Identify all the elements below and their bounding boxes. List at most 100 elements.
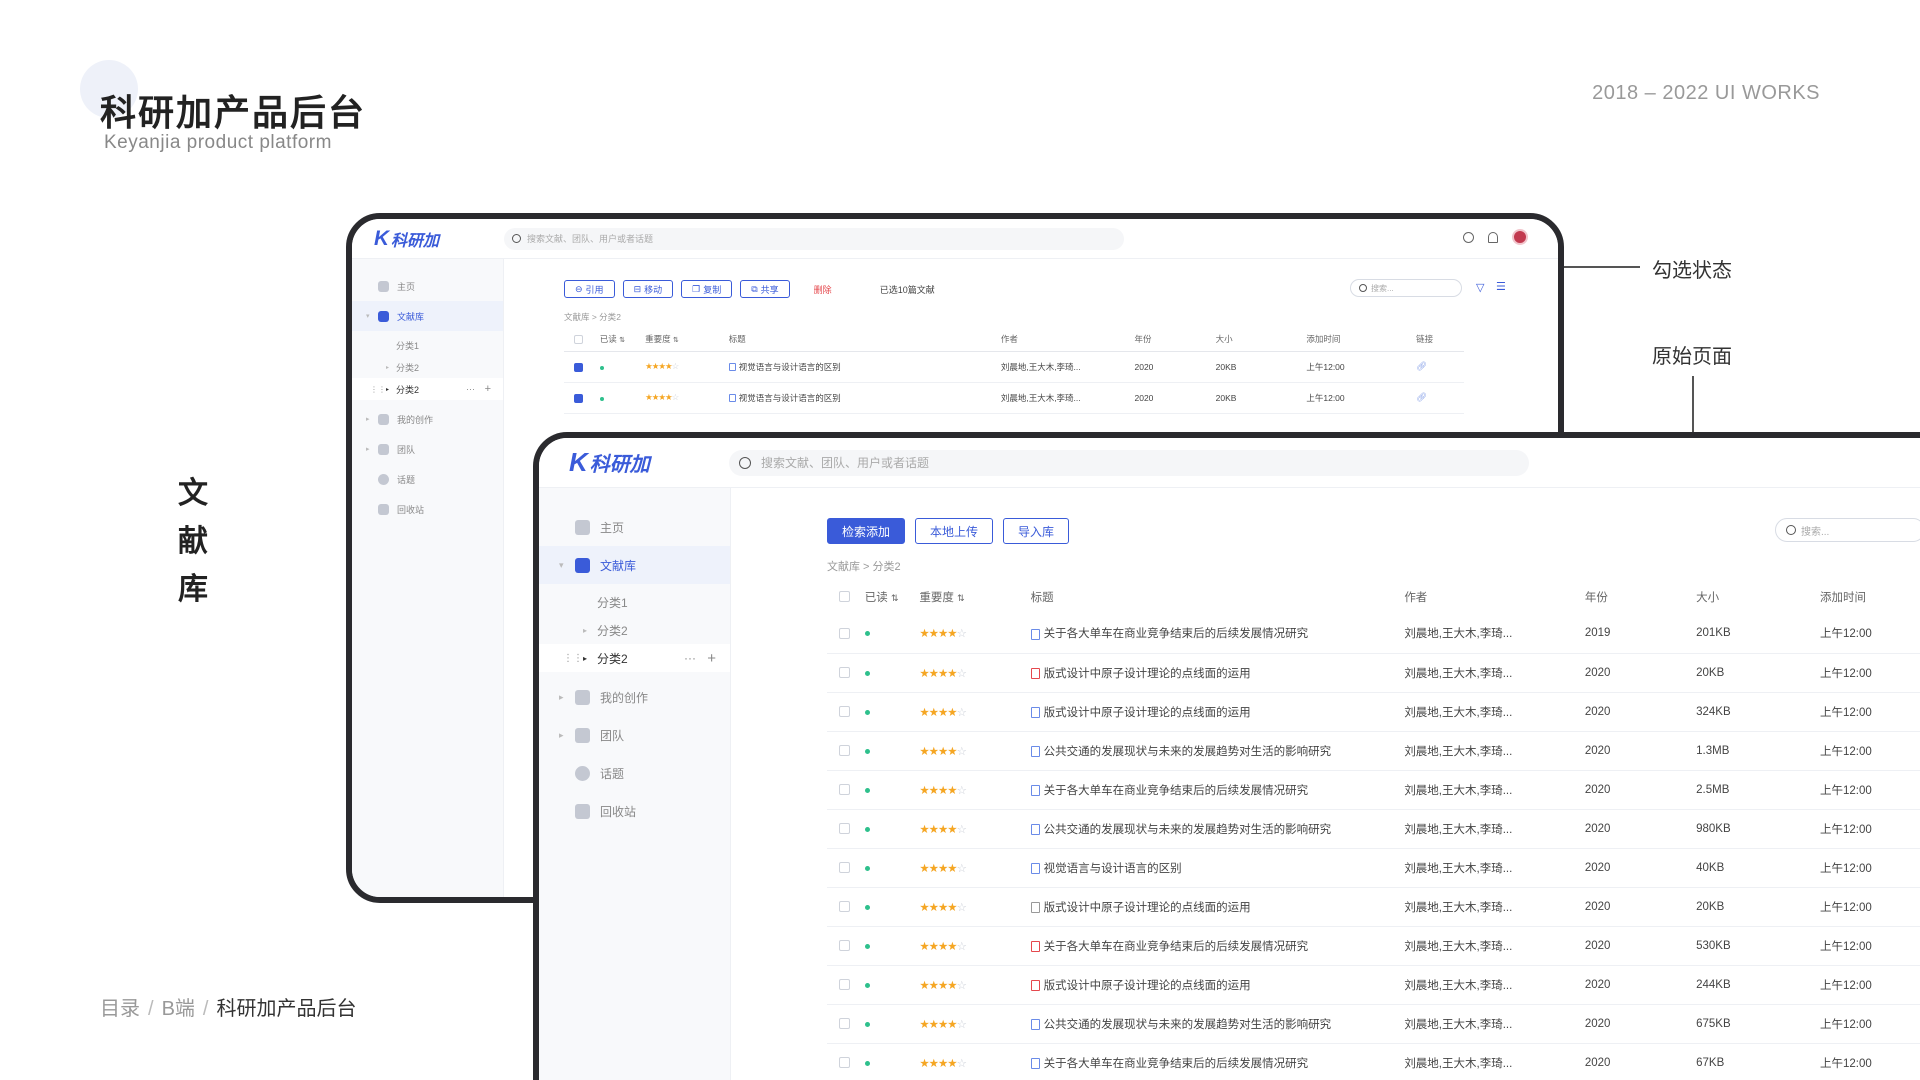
select-all-checkbox[interactable] xyxy=(574,334,583,344)
importance-cell[interactable]: ★★★★☆ xyxy=(919,926,1031,966)
title-cell[interactable]: 版式设计中原子设计理论的点线面的运用 xyxy=(1030,653,1405,693)
row-checkbox[interactable] xyxy=(839,666,850,678)
importance-cell[interactable]: ★★★★☆ xyxy=(919,809,1031,849)
row-checkbox[interactable] xyxy=(574,362,583,372)
title-cell[interactable]: 版式设计中原子设计理论的点线面的运用 xyxy=(1030,887,1405,927)
row-checkbox[interactable] xyxy=(839,978,850,990)
importance-cell[interactable]: ★★★★☆ xyxy=(919,965,1031,1005)
list-icon[interactable]: ☰ xyxy=(1496,280,1506,293)
importance-rating[interactable]: ★★★★☆ xyxy=(919,902,967,914)
importance-rating[interactable]: ★★★★☆ xyxy=(919,1058,967,1070)
row-checkbox[interactable] xyxy=(839,705,850,717)
importance-rating[interactable]: ★★★★☆ xyxy=(645,392,679,402)
row-checkbox[interactable] xyxy=(839,1056,850,1068)
title-cell[interactable]: 版式设计中原子设计理论的点线面的运用 xyxy=(1030,965,1405,1005)
row-title[interactable]: 公共交通的发展现状与未来的发展趋势对生活的影响研究 xyxy=(1044,824,1332,836)
title-cell[interactable]: 视觉语言与设计语言的区别 xyxy=(728,351,1001,383)
sidebar-item-topic[interactable]: 话题 xyxy=(352,464,503,494)
sidebar-item-home[interactable]: 主页 xyxy=(539,508,730,546)
table-row[interactable]: ★★★★☆ 关于各大单车在商业竞争结束后的后续发展情况研究 刘晨地,王大木,李琦..… xyxy=(827,1043,1920,1080)
row-title[interactable]: 公共交通的发展现状与未来的发展趋势对生活的影响研究 xyxy=(1044,1019,1332,1031)
crumb-b-end[interactable]: B端 xyxy=(162,998,195,1020)
global-search-input[interactable]: 搜索文献、团队、用户或者话题 xyxy=(729,449,1529,476)
sidebar-item-topic[interactable]: 话题 xyxy=(539,754,730,792)
importance-cell[interactable]: ★★★★☆ xyxy=(645,351,729,383)
importance-cell[interactable]: ★★★★☆ xyxy=(919,731,1031,771)
link-cell[interactable]: 🔗︎ xyxy=(1416,351,1464,383)
row-title[interactable]: 关于各大单车在商业竞争结束后的后续发展情况研究 xyxy=(1044,941,1309,953)
title-cell[interactable]: 公共交通的发展现状与未来的发展趋势对生活的影响研究 xyxy=(1030,809,1405,849)
table-row[interactable]: ★★★★☆ 版式设计中原子设计理论的点线面的运用 刘晨地,王大木,李琦... 2020… xyxy=(827,653,1920,693)
header-select[interactable] xyxy=(827,580,865,614)
importance-cell[interactable]: ★★★★☆ xyxy=(919,848,1031,888)
sidebar-item-trash[interactable]: 回收站 xyxy=(352,494,503,524)
importance-cell[interactable]: ★★★★☆ xyxy=(919,1043,1031,1080)
row-checkbox[interactable] xyxy=(839,939,850,951)
importance-cell[interactable]: ★★★★☆ xyxy=(919,1004,1031,1044)
importance-rating[interactable]: ★★★★☆ xyxy=(919,941,967,953)
drag-handle-icon[interactable]: ⋮⋮ xyxy=(563,653,583,664)
table-row[interactable]: ★★★★☆ 视觉语言与设计语言的区别 刘晨地,王大木,李琦... 2020 20KB 上午… xyxy=(564,351,1464,383)
row-checkbox[interactable] xyxy=(839,744,850,756)
row-title[interactable]: 视觉语言与设计语言的区别 xyxy=(1044,863,1182,875)
table-row[interactable]: ★★★★☆ 版式设计中原子设计理论的点线面的运用 刘晨地,王大木,李琦... 2020… xyxy=(827,887,1920,927)
title-cell[interactable]: 版式设计中原子设计理论的点线面的运用 xyxy=(1030,692,1405,732)
search-add-button[interactable]: 检索添加 xyxy=(827,518,906,544)
row-checkbox[interactable] xyxy=(839,1017,850,1029)
header-importance[interactable]: 重要度 ⇅ xyxy=(645,327,729,352)
table-row[interactable]: ★★★★☆ 公共交通的发展现状与未来的发展趋势对生活的影响研究 刘晨地,王大木,李琦… xyxy=(827,809,1920,849)
app-logo[interactable]: K 科研加 xyxy=(569,447,729,478)
header-read[interactable]: 已读 ⇅ xyxy=(599,327,646,352)
title-cell[interactable]: 关于各大单车在商业竞争结束后的后续发展情况研究 xyxy=(1030,770,1405,810)
row-select-cell[interactable] xyxy=(827,809,865,849)
header-select[interactable] xyxy=(564,327,600,352)
title-cell[interactable]: 公共交通的发展现状与未来的发展趋势对生活的影响研究 xyxy=(1030,1004,1405,1044)
sidebar-item-home[interactable]: 主页 xyxy=(352,271,503,301)
row-checkbox[interactable] xyxy=(839,822,850,834)
sidebar-item-team[interactable]: ▸ 团队 xyxy=(352,434,503,464)
row-checkbox[interactable] xyxy=(839,627,850,639)
table-search-input[interactable]: 搜索... xyxy=(1350,279,1462,297)
bell-icon[interactable] xyxy=(1488,231,1498,243)
global-search-input[interactable]: 搜索文献、团队、用户或者话题 xyxy=(504,227,1124,250)
sidebar-item-library[interactable]: ▾ 文献库 xyxy=(539,546,730,584)
sidebar-subitem[interactable]: 分类1 xyxy=(539,588,730,616)
importance-rating[interactable]: ★★★★☆ xyxy=(919,707,967,719)
table-row[interactable]: ★★★★☆ 关于各大单车在商业竞争结束后的后续发展情况研究 刘晨地,王大木,李琦..… xyxy=(827,770,1920,810)
importance-rating[interactable]: ★★★★☆ xyxy=(919,863,967,875)
header-read[interactable]: 已读 ⇅ xyxy=(865,580,920,614)
importance-rating[interactable]: ★★★★☆ xyxy=(645,361,679,371)
copy-button[interactable]: ❐ 复制 xyxy=(681,280,733,298)
importance-rating[interactable]: ★★★★☆ xyxy=(919,746,967,758)
row-select-cell[interactable] xyxy=(827,770,865,810)
row-select-cell[interactable] xyxy=(827,692,865,732)
title-cell[interactable]: 关于各大单车在商业竞争结束后的后续发展情况研究 xyxy=(1030,1043,1405,1080)
row-title[interactable]: 关于各大单车在商业竞争结束后的后续发展情况研究 xyxy=(1044,1058,1309,1070)
title-cell[interactable]: 公共交通的发展现状与未来的发展趋势对生活的影响研究 xyxy=(1030,731,1405,771)
avatar[interactable] xyxy=(1512,229,1528,245)
row-title[interactable]: 关于各大单车在商业竞争结束后的后续发展情况研究 xyxy=(1044,628,1309,640)
filter-icon[interactable]: ▽ xyxy=(1476,281,1484,294)
importance-cell[interactable]: ★★★★☆ xyxy=(645,382,729,414)
link-cell[interactable]: 🔗︎ xyxy=(1416,382,1464,414)
sidebar-subitem[interactable]: ⋮⋮ ▸ 分类2 ··· + xyxy=(539,644,730,672)
row-select-cell[interactable] xyxy=(827,965,865,1005)
importance-cell[interactable]: ★★★★☆ xyxy=(919,770,1031,810)
sidebar-item-library[interactable]: ▾ 文献库 xyxy=(352,301,503,331)
link-icon[interactable]: 🔗︎ xyxy=(1416,392,1427,402)
importance-rating[interactable]: ★★★★☆ xyxy=(919,628,967,640)
row-title[interactable]: 公共交通的发展现状与未来的发展趋势对生活的影响研究 xyxy=(1044,746,1332,758)
table-row[interactable]: ★★★★☆ 关于各大单车在商业竞争结束后的后续发展情况研究 刘晨地,王大木,李琦..… xyxy=(827,614,1920,654)
row-title[interactable]: 版式设计中原子设计理论的点线面的运用 xyxy=(1044,707,1251,719)
row-select-cell[interactable] xyxy=(827,926,865,966)
importance-rating[interactable]: ★★★★☆ xyxy=(919,1019,967,1031)
row-select-cell[interactable] xyxy=(564,351,600,383)
row-title[interactable]: 视觉语言与设计语言的区别 xyxy=(739,393,841,403)
cite-button[interactable]: ⊖ 引用 xyxy=(564,280,615,298)
local-upload-button[interactable]: 本地上传 xyxy=(915,518,994,544)
row-title[interactable]: 版式设计中原子设计理论的点线面的运用 xyxy=(1044,902,1251,914)
table-row[interactable]: ★★★★☆ 公共交通的发展现状与未来的发展趋势对生活的影响研究 刘晨地,王大木,李琦… xyxy=(827,1004,1920,1044)
share-button[interactable]: ⧉ 共享 xyxy=(740,280,790,298)
row-select-cell[interactable] xyxy=(827,1043,865,1080)
sidebar-subitem[interactable]: ⋮⋮ ▸ 分类2 ··· + xyxy=(352,378,503,400)
